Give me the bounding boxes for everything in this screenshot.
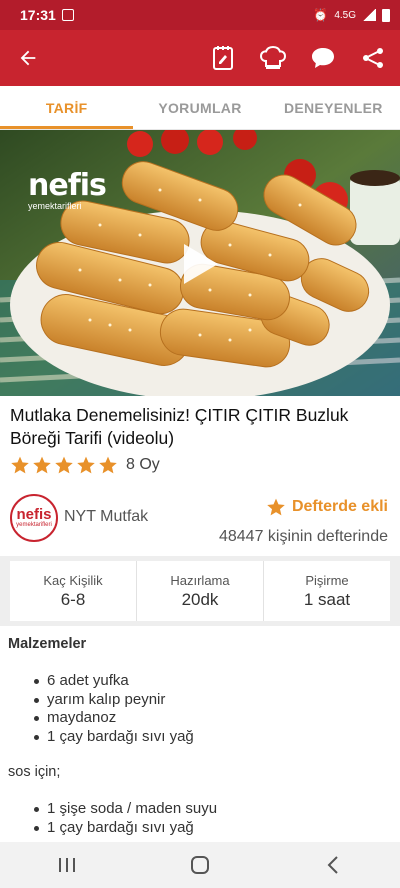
home-icon[interactable] — [180, 845, 220, 885]
nav-back-icon[interactable] — [313, 845, 353, 885]
vote-count: 8 Oy — [126, 456, 160, 473]
star-icon — [99, 456, 117, 474]
chef-hat-icon[interactable] — [260, 45, 286, 71]
recipe-stats: Kaç Kişilik 6-8 Hazırlama 20dk Pişirme 1… — [0, 556, 400, 626]
stat-label: Kaç Kişilik — [43, 572, 103, 588]
favorite-label: Defterde ekli — [291, 498, 388, 515]
list-item: 6 adet yufka — [34, 672, 392, 691]
network-type: 4.5G — [334, 9, 356, 21]
alarm-icon: ⏰ — [313, 8, 329, 22]
notebook-icon[interactable] — [210, 45, 236, 71]
star-icon — [11, 456, 29, 474]
stat-value: 6-8 — [60, 589, 86, 609]
tab-yorumlar[interactable]: YORUMLAR — [133, 86, 266, 129]
star-icon — [55, 456, 73, 474]
recipe-title: Mutlaka Denemelisiniz! ÇITIR ÇITIR Buzlu… — [10, 405, 349, 448]
stat-prep: Hazırlama 20dk — [137, 561, 264, 621]
recipe-video[interactable]: nefis yemektarifleri — [0, 130, 400, 396]
author-row: nefis yemektarifleri NYT Mutfak Defterde… — [10, 492, 390, 545]
list-item: 1 şişe soda / maden suyu — [34, 800, 392, 819]
star-icon — [77, 456, 95, 474]
battery-icon — [382, 8, 390, 22]
avatar[interactable]: nefis yemektarifleri — [10, 494, 58, 542]
status-bar: 17:31 ⏰ 4.5G — [0, 0, 400, 30]
image-icon — [61, 9, 74, 21]
app-bar — [0, 30, 400, 86]
list-item: 1 çay bardağı sıvı yağ — [34, 819, 392, 838]
status-time: 17:31 — [20, 7, 56, 23]
signal-icon — [362, 9, 376, 21]
recipe-rating[interactable]: 8 Oy — [10, 455, 160, 475]
list-item: maydanoz — [34, 709, 392, 728]
tab-tarif[interactable]: TARİF — [0, 86, 134, 129]
play-icon[interactable] — [180, 242, 220, 286]
recent-apps-icon[interactable] — [47, 845, 87, 885]
sauce-title: sos için; — [8, 764, 61, 780]
nefis-watermark: nefis yemektarifleri — [28, 168, 107, 211]
back-arrow-icon[interactable] — [14, 44, 42, 72]
list-item: yarım kalıp peynir — [34, 691, 392, 710]
star-icon — [267, 498, 285, 516]
ingredient-list: 6 adet yufka yarım kalıp peynir maydanoz… — [34, 672, 392, 746]
system-nav-bar — [0, 842, 400, 888]
list-item: 1 çay bardağı sıvı yağ — [34, 728, 392, 747]
tab-deneyenler[interactable]: DENEYENLER — [267, 86, 400, 129]
stat-value: 1 saat — [303, 589, 351, 609]
stat-label: Hazırlama — [170, 572, 230, 588]
stat-label: Pişirme — [305, 572, 349, 588]
sauce-list: 1 şişe soda / maden suyu 1 çay bardağı s… — [34, 800, 392, 837]
stat-servings: Kaç Kişilik 6-8 — [10, 561, 137, 621]
stat-value: 20dk — [181, 589, 219, 609]
share-icon[interactable] — [360, 45, 386, 71]
ingredients-section: Malzemeler 6 adet yufka yarım kalıp peyn… — [8, 632, 392, 855]
chat-bubble-icon[interactable] — [310, 45, 336, 71]
stat-cook: Pişirme 1 saat — [264, 561, 390, 621]
favorite-button[interactable]: Defterde ekli — [266, 497, 388, 517]
favorite-count: 48447 kişinin defterinde — [218, 528, 388, 545]
tab-bar: TARİF YORUMLAR DENEYENLER — [0, 86, 400, 130]
ingredients-title: Malzemeler — [8, 636, 87, 652]
star-icon — [33, 456, 51, 474]
author-name[interactable]: NYT Mutfak — [64, 508, 148, 526]
